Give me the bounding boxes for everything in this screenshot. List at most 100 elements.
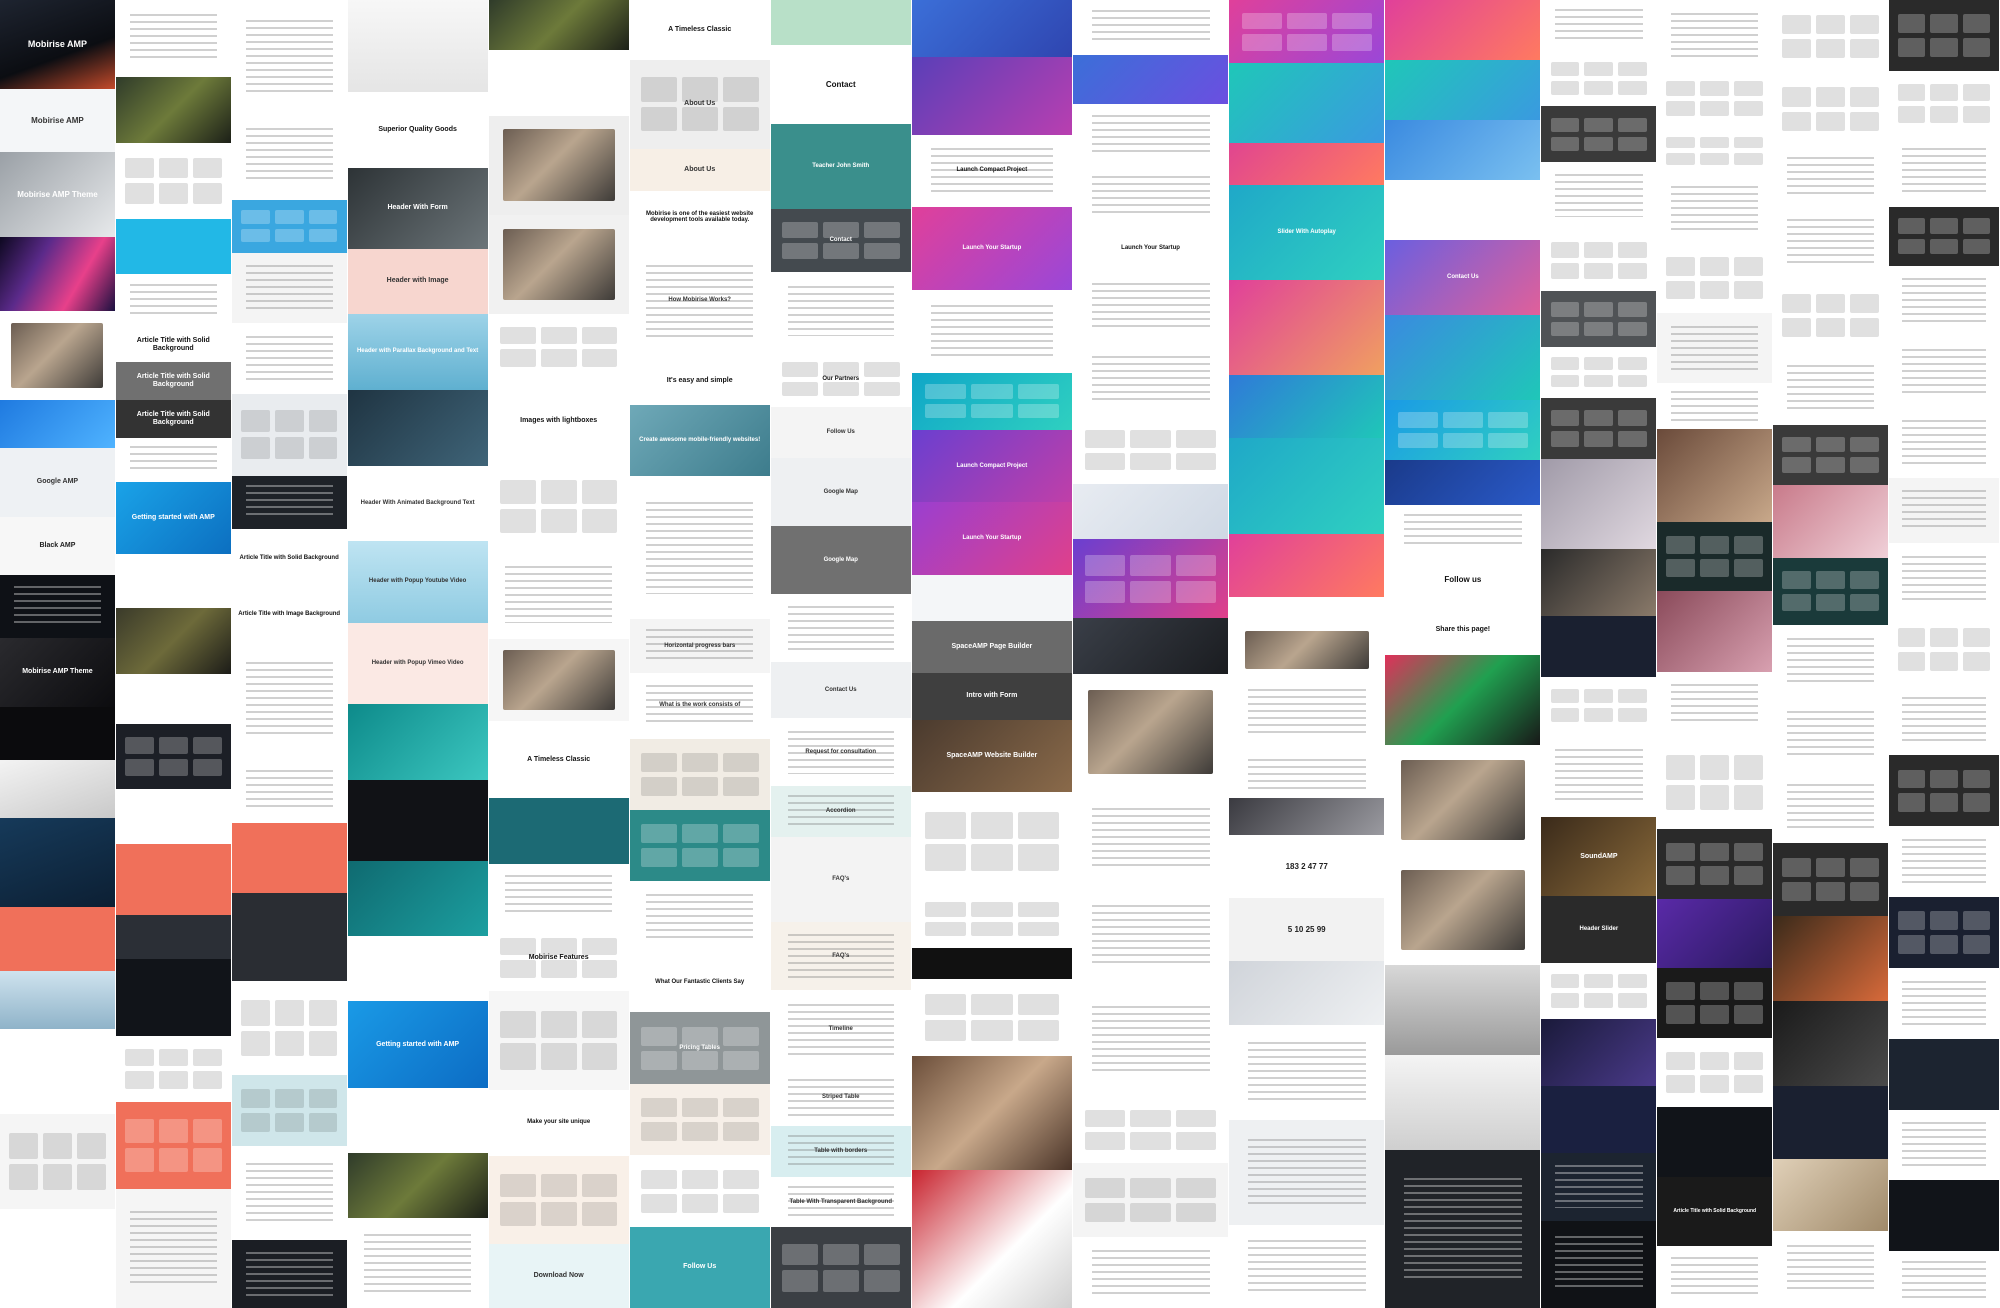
template-thumbnail[interactable] [1773, 1085, 1889, 1159]
template-thumbnail[interactable] [1541, 962, 1657, 1019]
template-thumbnail[interactable] [1072, 342, 1229, 417]
template-thumbnail[interactable]: Mobirise is one of the easiest website d… [629, 190, 770, 245]
template-thumbnail[interactable] [1773, 351, 1889, 425]
template-thumbnail[interactable] [0, 1028, 115, 1114]
template-thumbnail[interactable] [347, 1217, 488, 1308]
template-thumbnail[interactable] [347, 1153, 488, 1218]
template-thumbnail[interactable] [911, 890, 1072, 948]
template-thumbnail[interactable] [1072, 104, 1229, 166]
template-thumbnail[interactable] [1385, 655, 1541, 745]
template-thumbnail[interactable] [0, 310, 115, 401]
template-thumbnail[interactable] [231, 323, 347, 394]
template-thumbnail[interactable]: Article Title with Solid Background [231, 528, 347, 588]
template-thumbnail[interactable] [1657, 968, 1773, 1038]
template-thumbnail[interactable]: Striped Table [770, 1069, 911, 1126]
template-thumbnail[interactable] [231, 757, 347, 823]
template-thumbnail[interactable] [1229, 676, 1385, 751]
template-thumbnail[interactable]: Follow Us [629, 1226, 770, 1308]
template-thumbnail[interactable] [488, 1155, 629, 1244]
template-thumbnail[interactable] [1229, 1225, 1385, 1308]
template-thumbnail[interactable] [1385, 315, 1541, 400]
template-thumbnail[interactable]: 5 10 25 99 [1229, 897, 1385, 962]
template-thumbnail[interactable] [488, 214, 629, 314]
template-thumbnail[interactable] [115, 438, 231, 483]
template-thumbnail[interactable] [231, 640, 347, 758]
template-thumbnail[interactable]: Launch Compact Project [911, 429, 1072, 503]
template-thumbnail[interactable] [347, 1088, 488, 1153]
template-thumbnail[interactable] [231, 1239, 347, 1308]
template-thumbnail[interactable]: Header With Animated Background Text [347, 465, 488, 542]
template-thumbnail[interactable] [629, 738, 770, 810]
template-thumbnail[interactable]: Mobirise Features [488, 924, 629, 991]
template-thumbnail[interactable] [1657, 127, 1773, 174]
template-thumbnail[interactable] [1773, 1158, 1889, 1232]
template-thumbnail[interactable]: Our Partners [770, 350, 911, 408]
template-thumbnail[interactable]: Table with borders [770, 1125, 911, 1177]
template-thumbnail[interactable]: Contact Us [770, 661, 911, 719]
template-thumbnail[interactable] [1385, 965, 1541, 1055]
template-thumbnail[interactable] [1773, 697, 1889, 771]
template-thumbnail[interactable] [1657, 428, 1773, 522]
template-thumbnail[interactable] [1657, 173, 1773, 244]
template-thumbnail[interactable] [1657, 1107, 1773, 1177]
template-thumbnail[interactable]: 183 2 47 77 [1229, 834, 1385, 898]
template-thumbnail[interactable] [1072, 1236, 1229, 1308]
template-thumbnail[interactable] [1773, 843, 1889, 917]
template-thumbnail[interactable] [1889, 0, 1999, 71]
template-thumbnail[interactable] [1541, 106, 1657, 163]
template-thumbnail[interactable] [911, 978, 1072, 1057]
template-thumbnail[interactable] [1657, 243, 1773, 314]
template-thumbnail[interactable] [1385, 460, 1541, 505]
template-thumbnail[interactable]: A Timeless Classic [488, 721, 629, 799]
template-thumbnail[interactable] [770, 271, 911, 351]
template-thumbnail[interactable] [1773, 0, 1889, 73]
template-thumbnail[interactable] [1541, 291, 1657, 348]
template-thumbnail[interactable] [1541, 1153, 1657, 1221]
template-thumbnail[interactable] [1657, 828, 1773, 899]
template-thumbnail[interactable]: Contact [770, 209, 911, 272]
template-thumbnail[interactable] [1773, 1231, 1889, 1308]
template-thumbnail[interactable] [347, 779, 488, 861]
template-thumbnail[interactable] [115, 915, 231, 960]
template-thumbnail[interactable]: Create awesome mobile-friendly websites! [629, 404, 770, 477]
template-thumbnail[interactable]: Launch Your Startup [911, 207, 1072, 290]
template-thumbnail[interactable] [911, 0, 1072, 57]
template-thumbnail[interactable] [911, 574, 1072, 622]
template-thumbnail[interactable] [1657, 313, 1773, 383]
template-thumbnail[interactable]: Header with Parallax Background and Text [347, 313, 488, 390]
template-thumbnail[interactable] [1072, 538, 1229, 619]
template-thumbnail[interactable] [1773, 145, 1889, 207]
template-thumbnail[interactable] [1657, 521, 1773, 592]
template-thumbnail[interactable] [115, 674, 231, 724]
template-thumbnail[interactable] [0, 759, 115, 818]
template-thumbnail[interactable]: Pricing Tables [629, 1012, 770, 1084]
template-thumbnail[interactable] [1229, 438, 1385, 534]
template-thumbnail[interactable] [1657, 591, 1773, 673]
template-thumbnail[interactable] [1072, 618, 1229, 674]
template-thumbnail[interactable] [0, 236, 115, 311]
template-thumbnail[interactable] [1657, 382, 1773, 429]
template-thumbnail[interactable] [1385, 400, 1541, 460]
template-thumbnail[interactable] [1889, 967, 1999, 1039]
template-thumbnail[interactable]: Mobirise AMP Theme [0, 152, 115, 237]
template-thumbnail[interactable] [231, 893, 347, 982]
template-thumbnail[interactable] [1229, 596, 1385, 624]
template-thumbnail[interactable] [1889, 543, 1999, 614]
template-thumbnail[interactable]: Article Title with Image Background [231, 587, 347, 641]
template-thumbnail[interactable] [911, 1170, 1072, 1308]
template-thumbnail[interactable] [1541, 229, 1657, 292]
template-thumbnail[interactable] [0, 1208, 115, 1308]
template-thumbnail[interactable]: It's easy and simple [629, 357, 770, 405]
template-thumbnail[interactable] [1541, 1018, 1657, 1087]
template-thumbnail[interactable]: Images with lightboxes [488, 379, 629, 463]
template-thumbnail[interactable] [1541, 0, 1657, 51]
template-thumbnail[interactable] [231, 0, 347, 112]
template-thumbnail[interactable] [231, 475, 347, 529]
template-thumbnail[interactable] [1773, 1000, 1889, 1086]
template-thumbnail[interactable] [1541, 548, 1657, 616]
template-thumbnail[interactable]: FAQ's [770, 837, 911, 923]
template-thumbnail[interactable]: Header With Form [347, 167, 488, 250]
template-thumbnail[interactable] [1889, 897, 1999, 968]
template-thumbnail[interactable]: Article Title with Solid Background [115, 361, 231, 401]
template-thumbnail[interactable]: A Timeless Classic [629, 0, 770, 60]
